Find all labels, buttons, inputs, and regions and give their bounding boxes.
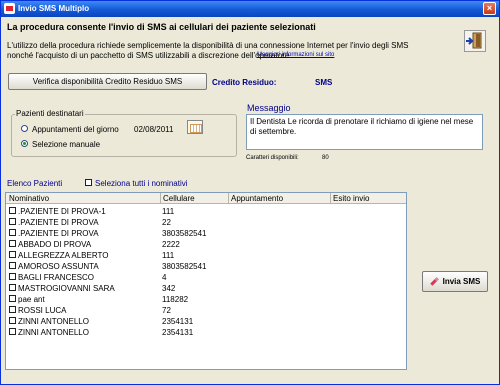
select-all-label[interactable]: Seleziona tutti i nominativi bbox=[95, 179, 188, 188]
verify-credit-button[interactable]: Verifica disponibilità Credito Residuo S… bbox=[8, 73, 207, 90]
appointments-radio[interactable] bbox=[21, 125, 28, 132]
patient-name: ROSSI LUCA bbox=[18, 306, 67, 315]
patient-phone: 342 bbox=[162, 284, 176, 293]
table-row[interactable]: .PAZIENTE DI PROVA-1 111 bbox=[6, 206, 406, 216]
row-checkbox[interactable] bbox=[9, 240, 16, 247]
patient-phone: 3803582541 bbox=[162, 262, 207, 271]
patient-phone: 111 bbox=[162, 207, 175, 216]
patient-name: .PAZIENTE DI PROVA-1 bbox=[18, 207, 106, 216]
column-divider[interactable] bbox=[160, 193, 161, 204]
row-checkbox[interactable] bbox=[9, 273, 16, 280]
description-line-2: nonché l'acquisto di un pacchetto di SMS… bbox=[7, 51, 292, 60]
appointments-radio-label[interactable]: Appuntamenti del giorno bbox=[32, 125, 119, 134]
sms-window: Invio SMS Multiplo × La procedura consen… bbox=[0, 0, 500, 385]
grid-header: Nominativo Cellulare Appuntamento Esito … bbox=[6, 193, 406, 204]
row-checkbox[interactable] bbox=[9, 306, 16, 313]
patient-phone: 2354131 bbox=[162, 317, 194, 326]
row-checkbox[interactable] bbox=[9, 328, 16, 335]
patient-phone: 2354131 bbox=[162, 328, 194, 337]
patient-phone: 3803582541 bbox=[162, 229, 207, 238]
patient-name: ALLEGREZZA ALBERTO bbox=[18, 251, 109, 260]
patient-name: .PAZIENTE DI PROVA bbox=[18, 218, 99, 227]
patient-phone: 2222 bbox=[162, 240, 180, 249]
credit-value: SMS bbox=[315, 78, 333, 87]
row-checkbox[interactable] bbox=[9, 317, 16, 324]
row-checkbox[interactable] bbox=[9, 229, 16, 236]
patient-name: MASTROGIOVANNI SARA bbox=[18, 284, 115, 293]
patient-list-label: Elenco Pazienti bbox=[7, 179, 63, 188]
patient-phone: 22 bbox=[162, 218, 171, 227]
patients-grid: Nominativo Cellulare Appuntamento Esito … bbox=[5, 192, 407, 370]
exit-button[interactable] bbox=[464, 30, 486, 52]
patient-name: .PAZIENTE DI PROVA bbox=[18, 229, 99, 238]
column-divider[interactable] bbox=[330, 193, 331, 204]
patient-name: pae ant bbox=[18, 295, 45, 304]
chars-available-label: Caratteri disponibili: bbox=[246, 155, 299, 161]
table-row[interactable]: .PAZIENTE DI PROVA 3803582541 bbox=[6, 228, 406, 238]
table-row[interactable]: ZINNI ANTONELLO 2354131 bbox=[6, 316, 406, 326]
exit-door-icon bbox=[466, 32, 482, 49]
patient-name: ZINNI ANTONELLO bbox=[18, 328, 89, 337]
column-header-result[interactable]: Esito invio bbox=[333, 194, 369, 204]
table-row[interactable]: ABBADO DI PROVA 2222 bbox=[6, 239, 406, 249]
table-row[interactable]: AMOROSO ASSUNTA 3803582541 bbox=[6, 261, 406, 271]
patient-phone: 111 bbox=[162, 251, 175, 260]
app-icon bbox=[4, 3, 15, 14]
manual-selection-radio[interactable] bbox=[21, 140, 28, 147]
patient-phone: 4 bbox=[162, 273, 167, 282]
calendar-button[interactable] bbox=[187, 120, 203, 134]
patient-phone: 118282 bbox=[162, 295, 189, 304]
table-row[interactable]: MASTROGIOVANNI SARA 342 bbox=[6, 283, 406, 293]
table-row[interactable]: ROSSI LUCA 72 bbox=[6, 305, 406, 315]
table-row[interactable]: .PAZIENTE DI PROVA 22 bbox=[6, 217, 406, 227]
message-label: Messaggio bbox=[247, 103, 291, 113]
credit-label: Credito Residuo: bbox=[212, 78, 277, 87]
window-title: Invio SMS Multiplo bbox=[18, 4, 90, 13]
description-line-1: L'utilizzo della procedura richiede semp… bbox=[7, 41, 409, 50]
send-sms-label: Invia SMS bbox=[442, 277, 481, 286]
appointments-date: 02/08/2011 bbox=[134, 125, 174, 134]
patient-phone: 72 bbox=[162, 306, 171, 315]
manual-selection-label[interactable]: Selezione manuale bbox=[32, 140, 100, 149]
table-row[interactable]: ALLEGREZZA ALBERTO 111 bbox=[6, 250, 406, 260]
row-checkbox[interactable] bbox=[9, 251, 16, 258]
row-checkbox[interactable] bbox=[9, 218, 16, 225]
patient-name: ABBADO DI PROVA bbox=[18, 240, 92, 249]
close-button[interactable]: × bbox=[483, 2, 496, 15]
column-header-phone[interactable]: Cellulare bbox=[163, 194, 195, 204]
row-checkbox[interactable] bbox=[9, 207, 16, 214]
recipients-group-title: Pazienti destinatari bbox=[15, 109, 85, 118]
table-row[interactable]: ZINNI ANTONELLO 2354131 bbox=[6, 327, 406, 337]
send-sms-button[interactable]: Invia SMS bbox=[422, 271, 488, 292]
pencil-icon bbox=[429, 277, 439, 287]
row-checkbox[interactable] bbox=[9, 284, 16, 291]
column-header-appointment[interactable]: Appuntamento bbox=[231, 194, 283, 204]
select-all-checkbox[interactable] bbox=[85, 179, 92, 186]
patient-name: BAGLI FRANCESCO bbox=[18, 273, 95, 282]
headline: La procedura consente l'invio di SMS ai … bbox=[7, 22, 316, 32]
message-textarea[interactable]: Il Dentista Le ricorda di prenotare il r… bbox=[246, 114, 483, 150]
row-checkbox[interactable] bbox=[9, 295, 16, 302]
row-checkbox[interactable] bbox=[9, 262, 16, 269]
patient-name: AMOROSO ASSUNTA bbox=[18, 262, 99, 271]
table-row[interactable]: BAGLI FRANCESCO 4 bbox=[6, 272, 406, 282]
more-info-link[interactable]: Maggiori informazioni sul sito bbox=[257, 52, 334, 58]
recipients-group bbox=[11, 114, 237, 157]
chars-available-value: 80 bbox=[322, 155, 329, 161]
title-bar[interactable]: Invio SMS Multiplo × bbox=[1, 1, 499, 17]
table-row[interactable]: pae ant 118282 bbox=[6, 294, 406, 304]
column-divider[interactable] bbox=[228, 193, 229, 204]
column-header-name[interactable]: Nominativo bbox=[9, 194, 49, 204]
patient-name: ZINNI ANTONELLO bbox=[18, 317, 89, 326]
